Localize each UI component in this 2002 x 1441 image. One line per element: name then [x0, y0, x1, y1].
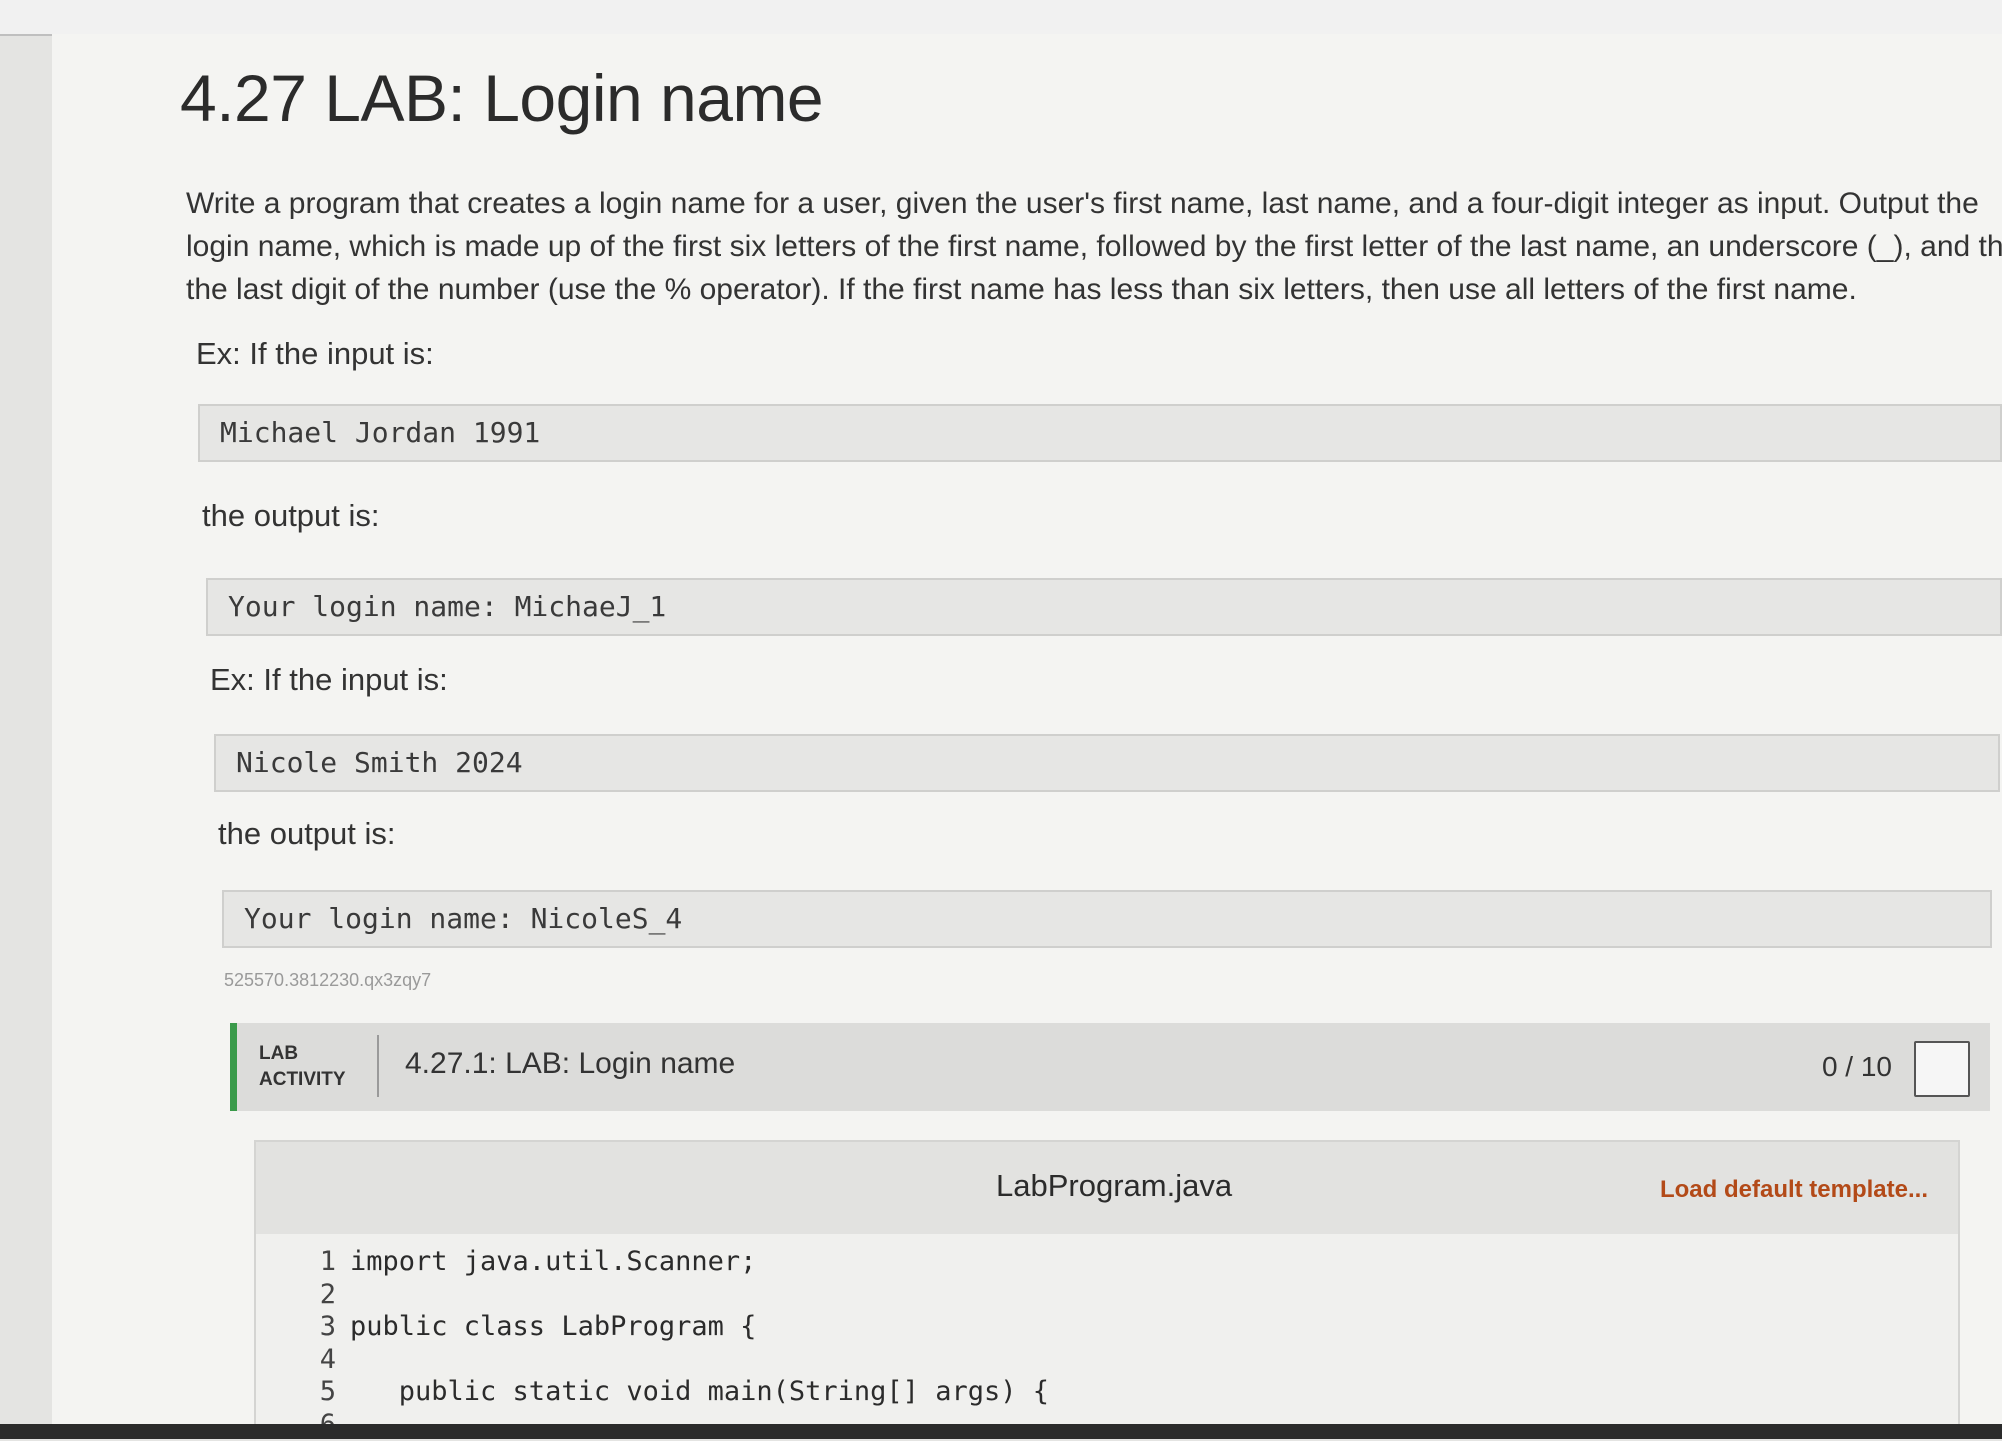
editor-filename: LabProgram.java: [996, 1168, 1232, 1204]
example1-input-box: Michael Jordan 1991: [198, 404, 2002, 462]
browser-top-bar: [0, 0, 2002, 36]
line-number: 1: [306, 1246, 336, 1279]
line-number: 2: [306, 1279, 336, 1312]
lab-activity-tag: LAB ACTIVITY: [259, 1041, 346, 1093]
line-number: 3: [306, 1311, 336, 1344]
page-title: 4.27 LAB: Login name: [180, 60, 823, 136]
code-line: 1 import java.util.Scanner;: [306, 1246, 1049, 1279]
editor-header: LabProgram.java Load default template...: [256, 1142, 1958, 1234]
screen-bottom-edge: [0, 1424, 2002, 1439]
code-line: 3 public class LabProgram {: [306, 1311, 1049, 1344]
load-default-template-link[interactable]: Load default template...: [1660, 1176, 1928, 1204]
line-number: 4: [306, 1344, 336, 1377]
example1-output-box: Your login name: MichaeJ_1: [206, 578, 2002, 636]
code-line: 5 public static void main(String[] args)…: [306, 1376, 1049, 1409]
problem-id: 525570.3812230.qx3zqy7: [224, 970, 431, 991]
code-text: public static void main(String[] args) {: [350, 1376, 1049, 1407]
example2-output-box: Your login name: NicoleS_4: [222, 890, 1992, 948]
code-text: import java.util.Scanner;: [350, 1246, 756, 1277]
divider: [377, 1035, 379, 1097]
lab-tag-line: LAB: [259, 1041, 346, 1067]
example1-input-label: Ex: If the input is:: [196, 336, 434, 372]
lab-activity-header: LAB ACTIVITY 4.27.1: LAB: Login name 0 /…: [230, 1023, 1990, 1111]
example2-input-box: Nicole Smith 2024: [214, 734, 2000, 792]
description-line: the last digit of the number (use the % …: [186, 268, 2002, 311]
line-number: 5: [306, 1376, 336, 1409]
description-line: Write a program that creates a login nam…: [186, 182, 2002, 225]
code-line: 4: [306, 1344, 1049, 1377]
code-line: 2: [306, 1279, 1049, 1312]
example2-input-label: Ex: If the input is:: [210, 662, 448, 698]
example2-output-label: the output is:: [218, 816, 396, 852]
code-editor[interactable]: LabProgram.java Load default template...…: [254, 1140, 1960, 1430]
example1-output-label: the output is:: [202, 498, 380, 534]
lab-score: 0 / 10: [1822, 1051, 1892, 1083]
lab-description: Write a program that creates a login nam…: [186, 182, 2002, 311]
completion-box-icon: [1914, 1041, 1970, 1097]
code-area[interactable]: 1 import java.util.Scanner; 2 3 public cla…: [306, 1246, 1049, 1441]
lab-tag-line: ACTIVITY: [259, 1067, 346, 1093]
code-text: public class LabProgram {: [350, 1311, 756, 1342]
lab-activity-title: 4.27.1: LAB: Login name: [405, 1047, 735, 1081]
description-line: login name, which is made up of the firs…: [186, 225, 2002, 268]
